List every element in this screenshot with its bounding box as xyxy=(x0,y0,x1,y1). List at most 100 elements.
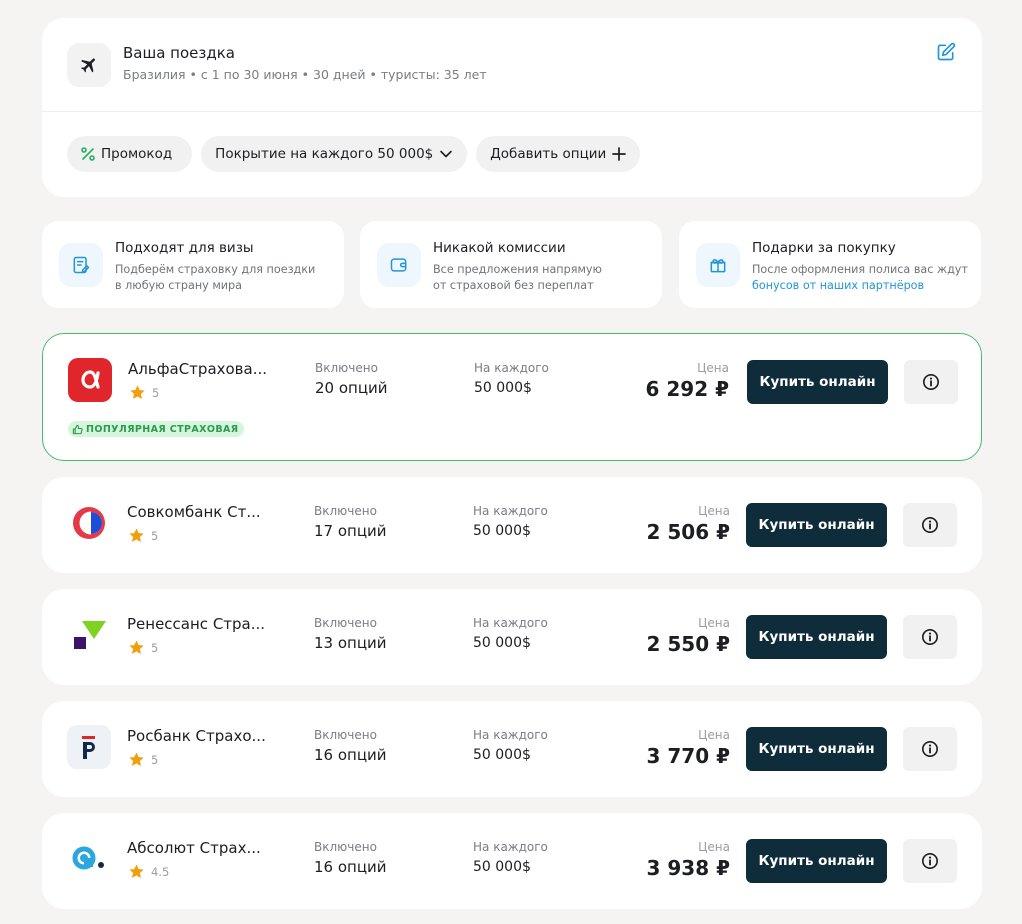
feature-gifts: Подарки за покупку После оформления поли… xyxy=(679,221,981,308)
buy-button[interactable]: Купить онлайн xyxy=(746,839,887,883)
rating: 5 xyxy=(128,639,158,656)
coverage-value: 50 000$ xyxy=(473,635,531,651)
coverage-value: 50 000$ xyxy=(473,859,531,875)
absolut-logo xyxy=(67,837,111,881)
buy-button[interactable]: Купить онлайн xyxy=(746,727,887,771)
trip-subtitle: Бразилия • с 1 по 30 июня • 30 дней • ту… xyxy=(123,67,487,82)
gift-icon xyxy=(696,243,740,287)
chevron-down-icon xyxy=(440,150,453,158)
feature-title: Никакой комиссии xyxy=(433,240,566,256)
document-icon xyxy=(59,243,103,287)
per-person-label: На каждого xyxy=(474,361,549,375)
rating: 5 xyxy=(128,751,158,768)
info-button[interactable] xyxy=(903,615,957,659)
included-label: Включено xyxy=(314,728,377,742)
rating: 4.5 xyxy=(128,863,169,880)
options-count: 13 опций xyxy=(314,634,387,652)
feature-title: Подарки за покупку xyxy=(752,240,896,256)
included-label: Включено xyxy=(315,361,378,375)
feature-title: Подходят для визы xyxy=(115,240,254,256)
renaissance-logo xyxy=(67,613,111,657)
add-options-label: Добавить опции xyxy=(490,146,607,162)
offer-card: АльфаСтрахова... 5 ПОПУЛЯРНАЯ СТРАХОВАЯ … xyxy=(42,333,982,461)
buy-button[interactable]: Купить онлайн xyxy=(746,615,887,659)
feature-text: После оформления полиса вас ждут бонусов… xyxy=(752,263,968,294)
rating: 5 xyxy=(129,384,159,401)
rating-value: 4.5 xyxy=(151,864,170,879)
coverage-select[interactable]: Покрытие на каждого 50 000$ xyxy=(201,136,468,172)
per-person-label: На каждого xyxy=(473,728,548,742)
included-label: Включено xyxy=(314,616,377,630)
per-person-label: На каждого xyxy=(473,616,548,630)
rating-value: 5 xyxy=(151,752,159,767)
offer-card: Росбанк Страхо... 5 Включено 16 опций На… xyxy=(42,701,982,797)
divider xyxy=(42,111,982,112)
thumbs-up-icon xyxy=(72,424,83,434)
company-name: Ренессанс Стра... xyxy=(127,615,266,633)
airplane-icon xyxy=(67,43,111,87)
sovcombank-logo xyxy=(67,501,111,545)
options-count: 16 опций xyxy=(314,746,387,764)
popular-badge: ПОПУЛЯРНАЯ СТРАХОВАЯ xyxy=(68,421,245,437)
trip-card: Ваша поездка Бразилия • с 1 по 30 июня •… xyxy=(42,18,982,197)
star-icon xyxy=(130,385,145,399)
info-button[interactable] xyxy=(903,503,957,547)
partners-link[interactable]: бонусов от наших партнёров xyxy=(752,278,968,294)
price-label: Цена xyxy=(697,361,729,375)
company-name: АльфаСтрахова... xyxy=(128,360,268,378)
buy-button[interactable]: Купить онлайн xyxy=(746,503,887,547)
offer-card: Абсолют Страх... 4.5 Включено 16 опций Н… xyxy=(42,813,982,909)
price: 3 938 ₽ xyxy=(646,856,730,880)
rating: 5 xyxy=(128,527,158,544)
star-icon xyxy=(129,864,144,878)
price: 6 292 ₽ xyxy=(645,377,729,401)
edit-icon[interactable] xyxy=(936,42,958,64)
price-label: Цена xyxy=(698,728,730,742)
info-button[interactable] xyxy=(903,727,957,771)
price: 2 506 ₽ xyxy=(646,520,730,544)
coverage-value: 50 000$ xyxy=(474,380,532,396)
filter-chips: Промокод Покрытие на каждого 50 000$ Доб… xyxy=(67,136,641,172)
per-person-label: На каждого xyxy=(473,840,548,854)
star-icon xyxy=(129,752,144,766)
trip-title: Ваша поездка xyxy=(123,44,235,62)
wallet-icon xyxy=(377,243,421,287)
rating-value: 5 xyxy=(152,385,160,400)
price-label: Цена xyxy=(698,616,730,630)
coverage-value: 50 000$ xyxy=(473,747,531,763)
add-options-chip[interactable]: Добавить опции xyxy=(476,136,641,172)
offer-card: Совкомбанк Ст... 5 Включено 17 опций На … xyxy=(42,477,982,573)
info-icon xyxy=(922,373,940,391)
options-count: 17 опций xyxy=(314,522,387,540)
feature-visa: Подходят для визы Подберём страховку для… xyxy=(42,221,344,308)
price-label: Цена xyxy=(698,840,730,854)
alfa-logo xyxy=(68,358,112,402)
promo-label: Промокод xyxy=(101,146,173,162)
star-icon xyxy=(129,528,144,542)
price: 2 550 ₽ xyxy=(646,632,730,656)
offer-card: Ренессанс Стра... 5 Включено 13 опций На… xyxy=(42,589,982,685)
info-icon xyxy=(921,852,939,870)
promo-chip[interactable]: Промокод xyxy=(67,136,193,172)
included-label: Включено xyxy=(314,840,377,854)
company-name: Росбанк Страхо... xyxy=(127,727,266,745)
options-count: 16 опций xyxy=(314,858,387,876)
feature-text: Подберём страховку для поездки в любую ст… xyxy=(115,263,316,292)
info-button[interactable] xyxy=(904,360,958,404)
info-icon xyxy=(921,628,939,646)
info-icon xyxy=(921,516,939,534)
price-label: Цена xyxy=(698,504,730,518)
options-count: 20 опций xyxy=(315,379,388,397)
feature-commission: Никакой комиссии Все предложения напряму… xyxy=(360,221,662,308)
company-name: Абсолют Страх... xyxy=(127,839,261,857)
info-button[interactable] xyxy=(903,839,957,883)
coverage-value: 50 000$ xyxy=(473,523,531,539)
star-icon xyxy=(129,640,144,654)
percent-icon xyxy=(81,147,95,161)
company-name: Совкомбанк Ст... xyxy=(127,503,261,521)
price: 3 770 ₽ xyxy=(646,744,730,768)
info-icon xyxy=(921,740,939,758)
buy-button[interactable]: Купить онлайн xyxy=(747,360,888,404)
plus-icon xyxy=(612,147,627,161)
included-label: Включено xyxy=(314,504,377,518)
